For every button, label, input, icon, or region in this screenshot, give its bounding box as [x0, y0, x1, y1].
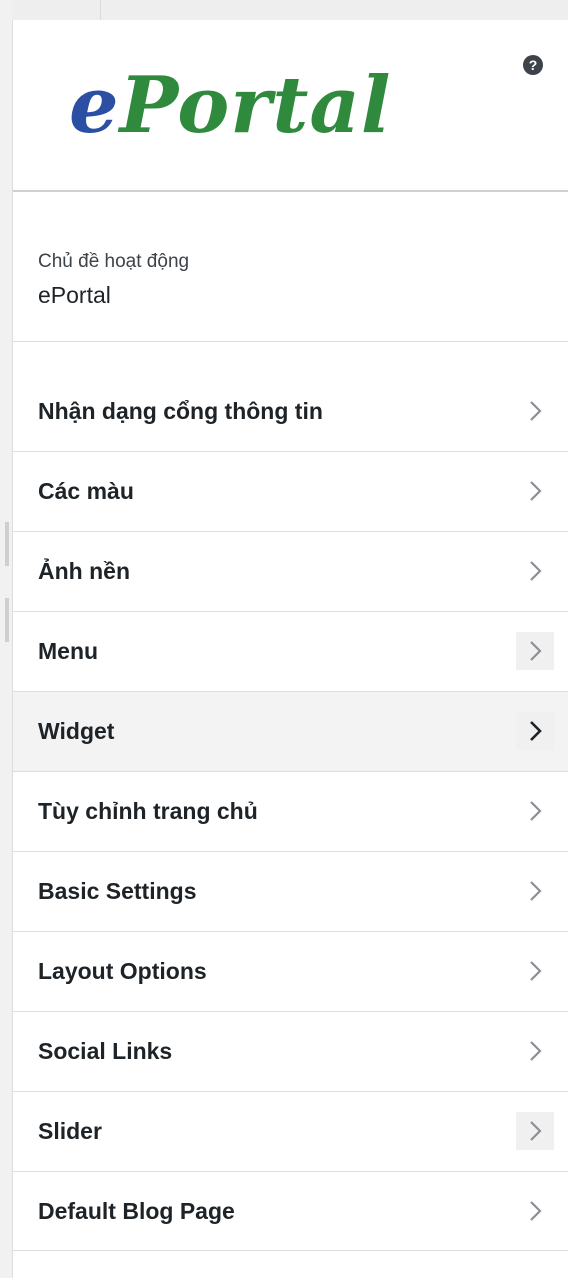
section-title: Nhận dạng cổng thông tin — [38, 398, 323, 424]
top-bar — [0, 0, 568, 20]
section-slider[interactable]: Slider — [13, 1091, 568, 1171]
site-logo: ePortal — [69, 56, 392, 156]
chevron-right-icon — [516, 1032, 554, 1070]
customizer-section-list: Nhận dạng cổng thông tin Các màu Ảnh nền… — [13, 372, 568, 1251]
left-edge-strip — [0, 0, 12, 1278]
chevron-right-icon — [516, 1192, 554, 1230]
active-theme-name: ePortal — [38, 282, 111, 308]
chevron-right-icon — [516, 552, 554, 590]
section-title: Slider — [38, 1118, 102, 1144]
section-widget[interactable]: Widget — [13, 691, 568, 771]
chevron-right-icon — [516, 712, 554, 750]
active-theme-info: Chủ đề hoạt động ePortal — [13, 192, 568, 342]
section-title: Basic Settings — [38, 878, 197, 904]
chevron-right-icon — [516, 872, 554, 910]
section-title: Widget — [38, 718, 115, 744]
section-portal-identity[interactable]: Nhận dạng cổng thông tin — [13, 372, 568, 451]
chevron-right-icon — [516, 952, 554, 990]
logo-word-portal: Portal — [119, 60, 392, 151]
resize-handle-mark — [5, 598, 9, 642]
customizer-panel: ePortal ? Chủ đề hoạt động ePortal Nhận … — [12, 20, 568, 1278]
section-title: Layout Options — [38, 958, 207, 984]
section-title: Default Blog Page — [38, 1198, 235, 1224]
section-default-blog-page[interactable]: Default Blog Page — [13, 1171, 568, 1251]
chevron-right-icon — [516, 1112, 554, 1150]
section-homepage-settings[interactable]: Tùy chỉnh trang chủ — [13, 771, 568, 851]
section-title: Social Links — [38, 1038, 173, 1064]
chevron-right-icon — [516, 632, 554, 670]
section-title: Các màu — [38, 478, 134, 504]
section-basic-settings[interactable]: Basic Settings — [13, 851, 568, 931]
panel-header: ePortal ? — [13, 20, 568, 192]
logo-letter-e: e — [69, 60, 120, 151]
chevron-right-icon — [516, 472, 554, 510]
section-menu[interactable]: Menu — [13, 611, 568, 691]
section-title: Menu — [38, 638, 99, 664]
top-bar-divider — [100, 0, 101, 20]
section-title: Tùy chỉnh trang chủ — [38, 798, 258, 824]
section-colors[interactable]: Các màu — [13, 451, 568, 531]
section-social-links[interactable]: Social Links — [13, 1011, 568, 1091]
section-layout-options[interactable]: Layout Options — [13, 931, 568, 1011]
section-title: Ảnh nền — [38, 558, 130, 584]
chevron-right-icon — [516, 792, 554, 830]
active-theme-label: Chủ đề hoạt động — [38, 251, 190, 272]
help-icon[interactable]: ? — [523, 55, 543, 75]
chevron-right-icon — [516, 392, 554, 430]
section-background-image[interactable]: Ảnh nền — [13, 531, 568, 611]
resize-handle-mark — [5, 522, 9, 566]
